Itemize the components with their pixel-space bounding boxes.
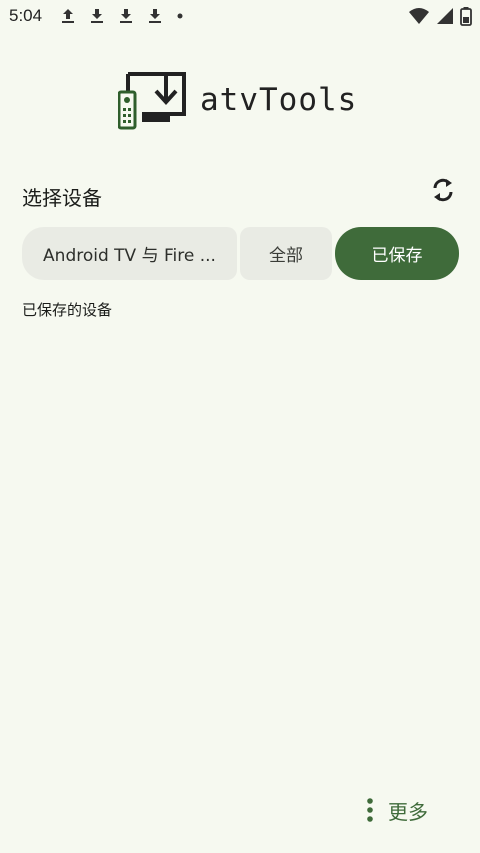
upload-icon <box>62 9 74 23</box>
tab-android-tv[interactable]: Android TV 与 Fire ... <box>22 227 237 280</box>
download-icon <box>120 9 132 23</box>
notification-icons <box>58 6 186 26</box>
refresh-icon <box>433 178 453 202</box>
more-label: 更多 <box>388 799 428 824</box>
tv-download-remote-icon <box>118 72 186 130</box>
status-bar: 5:04 <box>0 0 480 34</box>
tab-label: Android TV 与 Fire ... <box>43 246 216 266</box>
section-title: 选择设备 <box>22 186 102 210</box>
download-icon <box>149 9 161 23</box>
status-time: 5:04 <box>9 6 43 25</box>
more-vert-icon <box>367 798 373 822</box>
refresh-button[interactable] <box>428 175 458 205</box>
signal-icon <box>437 8 453 24</box>
tab-saved[interactable]: 已保存 <box>335 227 459 280</box>
saved-devices-heading: 已保存的设备 <box>22 301 113 319</box>
more-button[interactable]: 更多 <box>366 793 428 827</box>
download-icon <box>91 9 103 23</box>
app-name: atvTools <box>200 82 358 118</box>
tab-label: 全部 <box>269 246 303 266</box>
system-icons <box>408 6 472 26</box>
tab-label: 已保存 <box>371 246 423 266</box>
wifi-icon <box>409 8 429 24</box>
tab-all[interactable]: 全部 <box>240 227 332 280</box>
app-logo: atvTools <box>118 70 368 132</box>
battery-icon <box>460 7 472 26</box>
dot-icon <box>177 13 183 19</box>
